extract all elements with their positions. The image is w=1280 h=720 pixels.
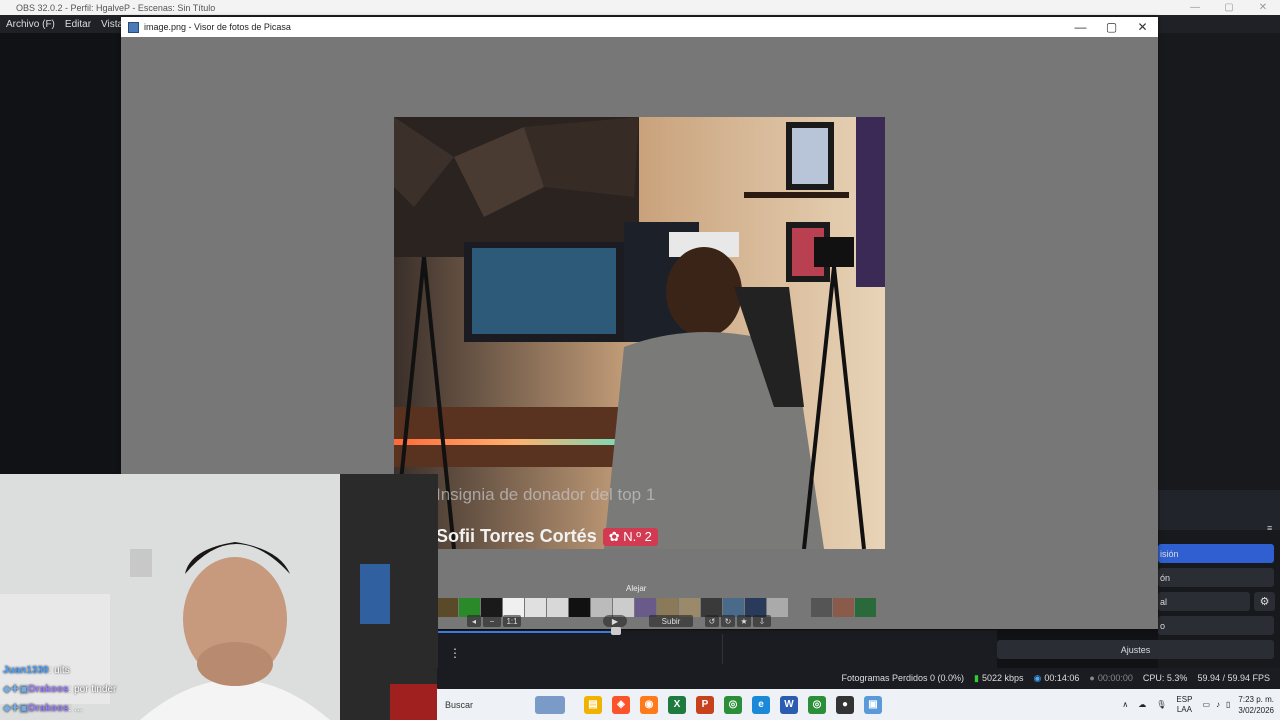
seek-progress-bar[interactable] bbox=[437, 631, 617, 633]
photo-display[interactable]: Insignia de donador del top 1 Sofii Torr… bbox=[394, 117, 885, 549]
rotate-left-icon[interactable]: ◂ bbox=[467, 615, 481, 627]
file-explorer-icon[interactable]: ▤ bbox=[584, 695, 602, 714]
seek-handle[interactable] bbox=[611, 627, 621, 635]
share-icon[interactable]: ⇩ bbox=[753, 615, 771, 627]
chrome-profile-icon[interactable]: ◎ bbox=[808, 695, 826, 714]
picasa-taskbar-icon[interactable]: ▣ bbox=[864, 695, 882, 714]
record-time: 00:00:00 bbox=[1097, 673, 1133, 683]
chevron-up-icon[interactable]: ∧ bbox=[1122, 700, 1128, 709]
chat-message: ◆✚▣ Drakoos : ... bbox=[3, 699, 116, 718]
chat-badges-icon: ◆✚▣ bbox=[3, 703, 29, 714]
brave-icon[interactable]: ◈ bbox=[612, 695, 630, 714]
chat-username: Drakoos bbox=[28, 703, 69, 714]
chat-text: : uits bbox=[48, 665, 70, 676]
obs-audio-mixer-area: ⋮ bbox=[437, 630, 997, 668]
menu-editar[interactable]: Editar bbox=[65, 19, 91, 30]
picasa-maximize-button[interactable]: ▢ bbox=[1096, 17, 1127, 37]
system-tray: ∧ ☁ 🎙 ESP LAA ▭ ♪ ▯ 7:23 p. m. 3/02/2026 bbox=[1122, 689, 1274, 720]
fps-readout: 59.94 / 59.94 FPS bbox=[1197, 673, 1270, 683]
volume-icon[interactable]: ♪ bbox=[1216, 700, 1220, 709]
obs-window-title: OBS 32.0.2 - Perfil: HgalveP - Escenas: … bbox=[16, 2, 216, 13]
divider bbox=[722, 634, 723, 664]
obs-title-bar: OBS 32.0.2 - Perfil: HgalveP - Escenas: … bbox=[0, 0, 1280, 15]
upload-button[interactable]: Subir bbox=[649, 615, 693, 627]
obs-icon[interactable]: ● bbox=[836, 695, 854, 714]
dock-header bbox=[1158, 490, 1280, 530]
chat-text: : por tinder bbox=[68, 684, 117, 695]
obs-close-button[interactable]: ✕ bbox=[1246, 0, 1280, 15]
zoom-out-icon[interactable]: − bbox=[483, 615, 501, 627]
settings-button[interactable]: Ajustes bbox=[997, 640, 1274, 659]
picasa-title-bar: image.png - Visor de fotos de Picasa — ▢… bbox=[121, 17, 1158, 37]
microphone-icon[interactable]: 🎙 bbox=[1156, 700, 1166, 709]
lang-top: ESP bbox=[1176, 694, 1193, 704]
record-icon: ● bbox=[1089, 673, 1095, 683]
chat-overlay: Juan1330 : uits ◆✚▣ Drakoos : por tinder… bbox=[3, 661, 116, 718]
transition-item-3[interactable]: al bbox=[1158, 592, 1250, 611]
zoom-out-label: Alejar bbox=[626, 584, 647, 593]
live-time: 00:14:06 bbox=[1044, 673, 1080, 683]
wifi-icon[interactable]: ▭ bbox=[1202, 700, 1210, 709]
excel-icon[interactable]: X bbox=[668, 695, 686, 714]
edge-icon[interactable]: e bbox=[752, 695, 770, 714]
dropped-frames: Fotogramas Perdidos 0 (0.0%) bbox=[841, 673, 965, 683]
transition-item-1[interactable]: isión bbox=[1158, 544, 1274, 563]
rank-badge: ✿ N.º 2 bbox=[602, 527, 658, 546]
filmstrip-controls: ◂ − 1:1 ▶ Subir ↺ ↻ ★ ⇩ bbox=[437, 614, 882, 628]
obs-status-bar: Fotogramas Perdidos 0 (0.0%) ▮ 5022 kbps… bbox=[437, 668, 1280, 688]
play-icon[interactable]: ▶ bbox=[603, 615, 627, 627]
transition-item-4[interactable]: o bbox=[1158, 616, 1274, 635]
chat-text: : ... bbox=[68, 703, 83, 714]
network-icon[interactable]: ☁ bbox=[1138, 700, 1146, 709]
picasa-app-icon bbox=[128, 21, 139, 33]
picasa-minimize-button[interactable]: — bbox=[1065, 17, 1096, 37]
firefox-icon[interactable]: ◉ bbox=[640, 695, 658, 714]
obs-minimize-button[interactable]: — bbox=[1178, 0, 1212, 15]
chat-badges-icon: ◆✚▣ bbox=[3, 684, 29, 695]
more-options-icon[interactable]: ⋮ bbox=[449, 646, 461, 660]
star-icon[interactable]: ★ bbox=[737, 615, 751, 627]
powerpoint-icon[interactable]: P bbox=[696, 695, 714, 714]
battery-icon[interactable]: ▯ bbox=[1226, 700, 1230, 709]
bitrate: 5022 kbps bbox=[981, 673, 1024, 683]
rotate-ccw-icon[interactable]: ↺ bbox=[705, 615, 719, 627]
ratio-button[interactable]: 1:1 bbox=[503, 615, 521, 627]
signal-icon: ▮ bbox=[974, 672, 979, 683]
lang-bottom: LAA bbox=[1176, 704, 1192, 714]
cpu-usage: CPU: 5.3% bbox=[1142, 673, 1188, 683]
transition-item-2[interactable]: ón bbox=[1158, 568, 1274, 587]
language-indicator[interactable]: ESP LAA bbox=[1176, 695, 1192, 715]
taskbar: Buscar ▤ ◈ ◉ X P ◎ e W ◎ ● ▣ ∧ ☁ 🎙 ESP L… bbox=[437, 689, 1280, 720]
clock-time: 7:23 p. m. bbox=[1238, 694, 1274, 704]
dock-menu-icon[interactable]: ≡ bbox=[1267, 523, 1272, 533]
rank-badge-label: N.º 2 bbox=[623, 528, 652, 544]
rotate-cw-icon[interactable]: ↻ bbox=[721, 615, 735, 627]
chat-username: Juan1330 bbox=[3, 665, 49, 676]
picasa-close-button[interactable]: ✕ bbox=[1127, 17, 1158, 37]
obs-maximize-button[interactable]: ▢ bbox=[1212, 0, 1246, 15]
search-highlight-icon[interactable] bbox=[535, 695, 565, 714]
donor-name: Sofii Torres Cortés bbox=[436, 526, 597, 546]
picasa-window-title: image.png - Visor de fotos de Picasa bbox=[144, 22, 291, 32]
menu-archivo[interactable]: Archivo (F) bbox=[6, 19, 55, 30]
chrome-icon[interactable]: ◎ bbox=[724, 695, 742, 714]
clock[interactable]: 7:23 p. m. 3/02/2026 bbox=[1238, 694, 1274, 716]
word-icon[interactable]: W bbox=[780, 695, 798, 714]
chat-message: ◆✚▣ Drakoos : por tinder bbox=[3, 680, 116, 699]
menu-vista[interactable]: Vista bbox=[101, 19, 123, 30]
badge-icon: ✿ bbox=[608, 528, 624, 544]
clock-date: 3/02/2026 bbox=[1238, 705, 1274, 715]
live-icon: ◉ bbox=[1033, 672, 1042, 683]
chat-username: Drakoos bbox=[28, 684, 69, 695]
taskbar-search-input[interactable]: Buscar bbox=[445, 700, 473, 710]
donor-badge-label: Insignia de donador del top 1 bbox=[436, 485, 656, 504]
chat-message: Juan1330 : uits bbox=[3, 661, 116, 680]
gear-icon[interactable]: ⚙ bbox=[1254, 592, 1275, 611]
